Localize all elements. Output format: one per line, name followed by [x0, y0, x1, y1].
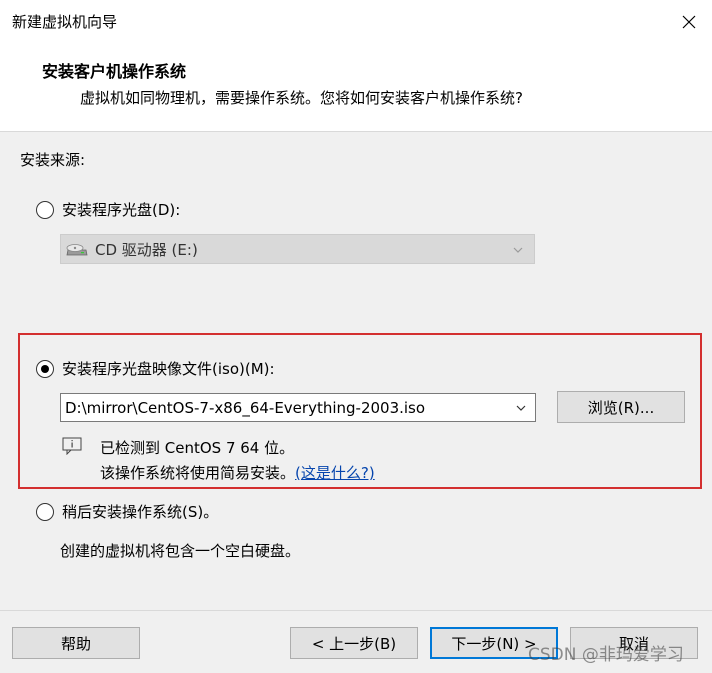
installer-disc-radio[interactable]: [36, 200, 54, 219]
easy-install-text: 该操作系统将使用简易安装。(这是什么?): [100, 462, 375, 483]
detected-os-text: 已检测到 CentOS 7 64 位。: [100, 439, 295, 457]
iso-path-value[interactable]: D:\mirror\CentOS-7-x86_64-Everything-200…: [61, 399, 425, 417]
iso-image-option[interactable]: 安装程序光盘映像文件(iso)(M):: [36, 358, 275, 379]
iso-image-radio[interactable]: [36, 359, 54, 378]
back-button[interactable]: < 上一步(B): [290, 627, 418, 659]
install-later-description: 创建的虚拟机将包含一个空白硬盘。: [60, 542, 301, 560]
watermark: CSDN @非玛爱学习: [528, 645, 684, 665]
chevron-down-icon: [513, 247, 523, 253]
wizard-header: 安装客户机操作系统 虚拟机如同物理机，需要操作系统。您将如何安装客户机操作系统?: [0, 44, 712, 132]
browse-button[interactable]: 浏览(R)...: [557, 391, 685, 423]
chevron-down-icon[interactable]: [515, 402, 527, 414]
what-is-this-link[interactable]: (这是什么?): [295, 464, 375, 482]
close-icon: [682, 15, 696, 29]
drive-select-value: CD 驱动器 (E:): [95, 240, 198, 259]
title-bar: 新建虚拟机向导: [0, 0, 712, 44]
drive-select[interactable]: CD 驱动器 (E:): [60, 234, 535, 264]
install-later-label: 稍后安装操作系统(S)。: [62, 503, 219, 521]
install-later-option[interactable]: 稍后安装操作系统(S)。: [36, 501, 218, 522]
installer-disc-option[interactable]: 安装程序光盘(D):: [36, 199, 180, 220]
footer-divider: [0, 610, 712, 611]
iso-image-label: 安装程序光盘映像文件(iso)(M):: [62, 360, 275, 378]
installer-disc-label: 安装程序光盘(D):: [62, 201, 181, 219]
page-subtitle: 虚拟机如同物理机，需要操作系统。您将如何安装客户机操作系统?: [80, 89, 523, 107]
easy-install-label: 该操作系统将使用简易安装。: [100, 464, 296, 482]
iso-path-combobox[interactable]: D:\mirror\CentOS-7-x86_64-Everything-200…: [60, 393, 536, 422]
page-title: 安装客户机操作系统: [42, 62, 187, 81]
window-title: 新建虚拟机向导: [12, 13, 118, 31]
install-source-label: 安装来源:: [20, 151, 86, 169]
install-later-radio[interactable]: [36, 502, 54, 521]
info-icon: [62, 437, 82, 455]
close-button[interactable]: [666, 0, 712, 44]
help-button[interactable]: 帮助: [12, 627, 140, 659]
cd-drive-icon: [65, 240, 89, 258]
